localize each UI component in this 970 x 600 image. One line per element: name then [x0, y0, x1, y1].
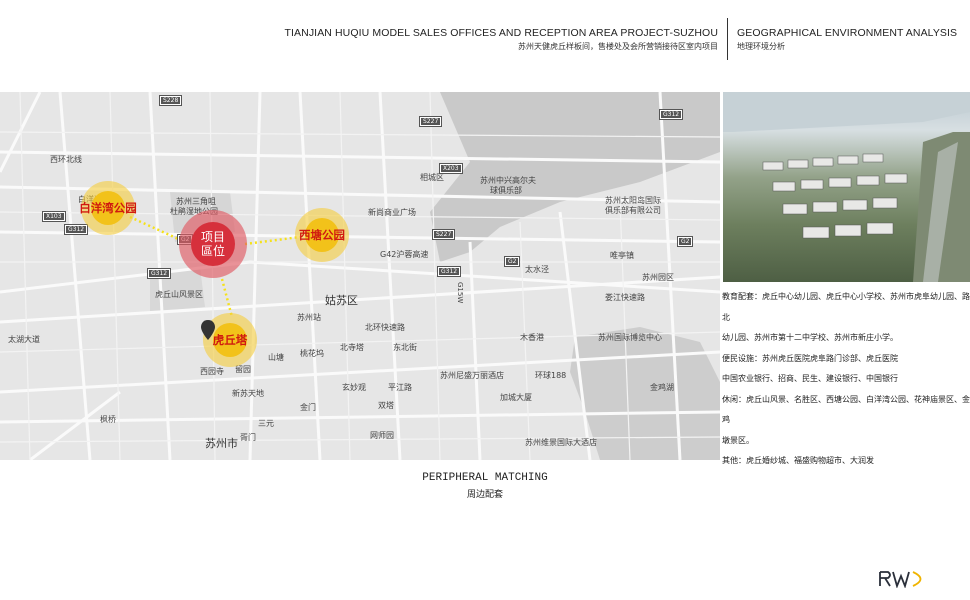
map-label: 双塔: [378, 401, 394, 410]
section-title-cn: 地理环境分析: [737, 42, 785, 51]
road-shield: G312: [658, 109, 684, 120]
map-label: 平江路: [388, 383, 412, 392]
section-title-block: GEOGRAPHICAL ENVIRONMENT ANALYSIS 地理环境分析: [737, 27, 957, 52]
road-shield: G312: [63, 224, 89, 235]
aerial-buildings: [723, 92, 970, 282]
road-shield: X103: [42, 211, 66, 222]
map-label: 唯亭镇: [610, 251, 634, 260]
road-shield: X203: [439, 163, 463, 174]
map-label: 苏州国际博览中心: [598, 333, 662, 342]
marker-baiyangwan-park[interactable]: 白洋湾公园: [79, 181, 137, 235]
map-label: 北环快速路: [365, 323, 405, 332]
map-label: 苏州市: [205, 437, 238, 450]
map-label: 虎丘山风景区: [155, 290, 203, 299]
map-label: 苏州维景国际大酒店: [525, 438, 597, 447]
map-label: 三元: [258, 419, 274, 428]
map-label: 相城区: [420, 173, 444, 182]
map-label: 娄江快速路: [605, 293, 645, 302]
rwd-logo: [879, 571, 922, 588]
road-shield: S227: [418, 116, 443, 127]
map-label: 姑苏区: [325, 294, 358, 307]
road-shield: G312: [436, 266, 462, 277]
map-label: 玄妙观: [342, 383, 366, 392]
map-label: 金门: [300, 403, 316, 412]
road-shield: G2: [503, 256, 521, 267]
map-label: 球俱乐部: [490, 186, 522, 195]
map-label: 苏州尼盛万丽酒店: [440, 371, 504, 380]
info-line: 墩景区。: [722, 435, 754, 445]
marker-label: 虎丘塔: [212, 333, 248, 347]
map-label: 网师园: [370, 431, 394, 440]
map-base: [0, 92, 720, 460]
marker-xitang-park[interactable]: 西塘公园: [295, 208, 349, 262]
map-label: 西环北线: [50, 155, 82, 164]
map-label: 太水泾: [525, 265, 549, 274]
info-line: 其他：虎丘婚纱城、福盛购物超市、大润发: [722, 456, 874, 465]
map-label: 金鸡湖: [650, 383, 674, 392]
amenities-description: 教育配套：虎丘中心幼儿园、虎丘中心小学校、苏州市虎阜幼儿园、路北 幼儿园、苏州市…: [722, 287, 970, 472]
project-title-cn: 苏州天健虎丘样板间，售楼处及会所营销接待区室内项目: [518, 42, 718, 51]
road-shield: G2: [676, 236, 694, 247]
map-pin-icon: [201, 320, 215, 340]
road-shield: S227: [431, 229, 456, 240]
road-shield: G312: [146, 268, 172, 279]
header-title-block: TIANJIAN HUQIU MODEL SALES OFFICES AND R…: [285, 27, 718, 52]
marker-label-line1: 项目: [200, 230, 226, 244]
marker-label-line2: 區位: [200, 244, 226, 258]
marker-label: 项目 區位: [201, 230, 225, 258]
caption-en: PERIPHERAL MATCHING: [422, 472, 548, 484]
map-label: 山塘: [268, 353, 284, 362]
map-label: 桃花坞: [300, 349, 324, 358]
road-shield: S228: [158, 95, 183, 106]
map-label: 加城大厦: [500, 393, 532, 402]
map-label: 枫桥: [100, 415, 116, 424]
map-label: 东北街: [393, 343, 417, 352]
map-label: 太湖大道: [8, 335, 40, 344]
marker-label: 白洋湾公园: [79, 201, 137, 215]
map-label: 西园寺: [200, 367, 224, 376]
map-label: 苏州园区: [642, 273, 674, 282]
header-divider: [727, 18, 728, 60]
info-line: 教育配套：虎丘中心幼儿园、虎丘中心小学校、苏州市虎阜幼儿园、路北: [722, 292, 970, 322]
map-label: 新苏天地: [232, 389, 264, 398]
info-line: 休闲：虎丘山风景、名胜区、西塘公园、白洋湾公园、花神庙景区、金鸡: [722, 394, 970, 425]
road-label-g15w: G15W: [456, 282, 464, 304]
marker-label: 西塘公园: [299, 228, 345, 242]
map-label: 新尚商业广场: [368, 208, 416, 217]
caption-cn: 周边配套: [466, 490, 503, 500]
map-label: 胥门: [240, 433, 256, 442]
map-label: 苏州站: [297, 313, 321, 322]
info-line: 中国农业银行、招商、民生、建设银行、中国银行: [722, 374, 898, 383]
map-label: 俱乐部有限公司: [605, 206, 661, 215]
location-map: 苏州三角咀 杜鹃湿地公园 虎丘山风景区 姑苏区 苏州站 苏州中兴高尔夫 球俱乐部…: [0, 92, 720, 460]
section-title-en: GEOGRAPHICAL ENVIRONMENT ANALYSIS: [737, 27, 958, 39]
aerial-rendering-photo: [723, 92, 970, 282]
map-label: 北寺塔: [340, 343, 364, 352]
info-line: 幼儿园、苏州市第十二中学校、苏州市新庄小学。: [722, 333, 898, 342]
map-label: 环球188: [535, 371, 567, 380]
marker-project-location[interactable]: 项目 區位: [179, 210, 247, 278]
map-label: 木香港: [520, 333, 544, 342]
project-title-en: TIANJIAN HUQIU MODEL SALES OFFICES AND R…: [284, 27, 718, 39]
map-label: G42沪蓉高速: [380, 250, 429, 259]
info-line: 便民设施：苏州虎丘医院虎阜路门诊部、虎丘医院: [722, 353, 898, 363]
